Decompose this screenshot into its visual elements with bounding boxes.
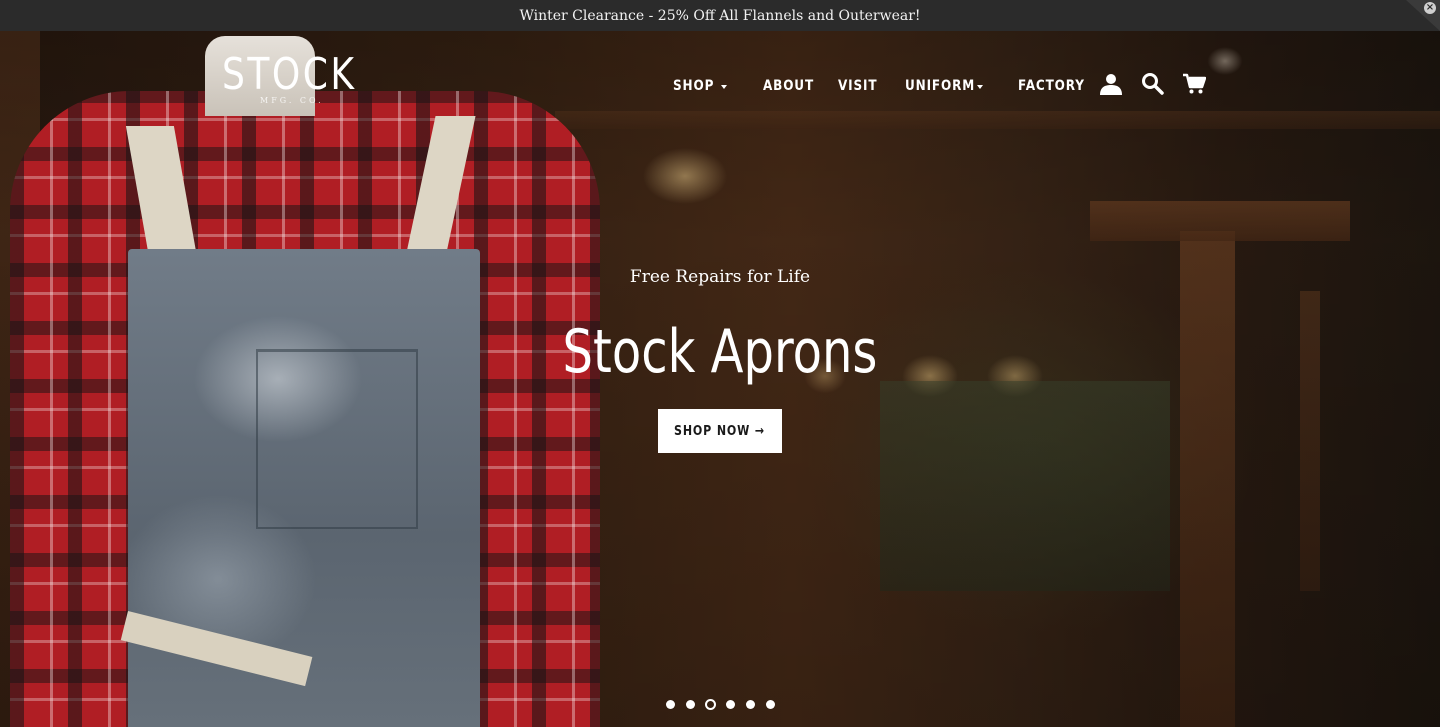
chevron-down-icon bbox=[721, 85, 727, 89]
cart-icon[interactable] bbox=[1182, 73, 1207, 99]
nav-item-factory[interactable]: FACTORY bbox=[1018, 78, 1085, 94]
nav-item-about[interactable]: ABOUT bbox=[763, 78, 814, 94]
nav-item-uniform[interactable]: UNIFORM bbox=[905, 78, 975, 94]
announcement-close-button[interactable]: × bbox=[1406, 0, 1440, 31]
account-icon[interactable] bbox=[1099, 72, 1123, 100]
hero-title: Stock Aprons bbox=[562, 317, 878, 387]
slide-dot-1[interactable] bbox=[666, 700, 675, 709]
close-circle-icon: × bbox=[1424, 2, 1436, 14]
slide-dot-3[interactable] bbox=[705, 699, 716, 710]
slide-dot-6[interactable] bbox=[766, 700, 775, 709]
shop-now-button[interactable]: SHOP NOW → bbox=[658, 409, 782, 453]
chevron-down-icon bbox=[977, 85, 983, 89]
nav-item-shop[interactable]: SHOP bbox=[673, 78, 714, 94]
nav-item-visit[interactable]: VISIT bbox=[838, 78, 877, 94]
announcement-bar: Winter Clearance - 25% Off All Flannels … bbox=[0, 0, 1440, 31]
site-logo[interactable]: STOCK MFG. CO. bbox=[222, 52, 357, 114]
search-icon[interactable] bbox=[1141, 72, 1165, 100]
slide-dot-5[interactable] bbox=[746, 700, 755, 709]
slide-dot-4[interactable] bbox=[726, 700, 735, 709]
logo-word: STOCK bbox=[222, 49, 357, 100]
slide-dot-2[interactable] bbox=[686, 700, 695, 709]
logo-subtitle: MFG. CO. bbox=[260, 96, 324, 105]
announcement-text: Winter Clearance - 25% Off All Flannels … bbox=[519, 7, 921, 24]
hero-subtitle: Free Repairs for Life bbox=[629, 267, 811, 287]
